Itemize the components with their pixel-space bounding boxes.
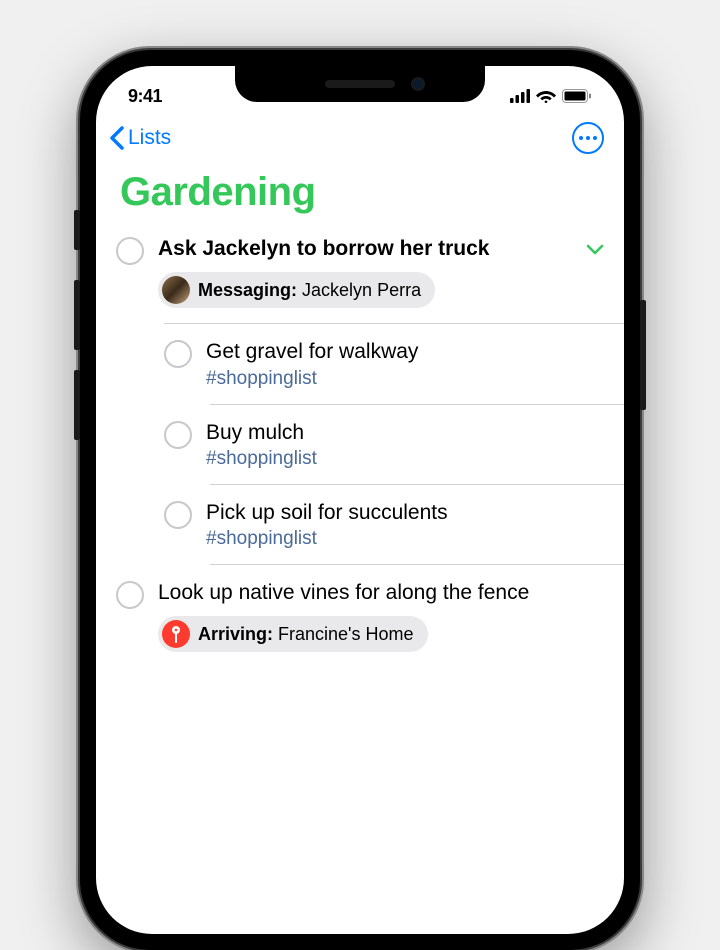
- contact-chip[interactable]: Messaging: Jackelyn Perra: [158, 272, 435, 308]
- pin-icon: [162, 620, 190, 648]
- reminder-title: Get gravel for walkway: [206, 338, 604, 365]
- mute-switch: [74, 210, 80, 250]
- power-button: [640, 300, 646, 410]
- reminder-tag[interactable]: #shoppinglist: [206, 528, 604, 550]
- nav-bar: Lists: [96, 116, 624, 158]
- reminder-checkbox[interactable]: [164, 340, 192, 368]
- divider: [164, 323, 624, 324]
- chip-label: Messaging: Jackelyn Perra: [198, 280, 421, 301]
- notch: [235, 66, 485, 102]
- reminder-title: Buy mulch: [206, 419, 604, 446]
- sub-reminders: Get gravel for walkway #shoppinglist Buy…: [96, 338, 624, 565]
- cellular-icon: [510, 89, 530, 103]
- reminder-item[interactable]: Get gravel for walkway #shoppinglist: [96, 338, 624, 403]
- reminder-title: Ask Jackelyn to borrow her truck: [158, 235, 489, 262]
- more-button[interactable]: [572, 122, 604, 154]
- reminder-checkbox[interactable]: [116, 237, 144, 265]
- status-icons: [510, 89, 592, 103]
- reminder-item[interactable]: Buy mulch #shoppinglist: [96, 419, 624, 484]
- reminder-title: Look up native vines for along the fence: [158, 579, 604, 606]
- volume-down-button: [74, 370, 80, 440]
- ellipsis-icon: [579, 136, 597, 140]
- front-camera: [411, 77, 425, 91]
- reminder-checkbox[interactable]: [116, 581, 144, 609]
- reminder-item[interactable]: Look up native vines for along the fence…: [96, 579, 624, 666]
- volume-up-button: [74, 280, 80, 350]
- reminders-list: Ask Jackelyn to borrow her truck Messagi…: [96, 235, 624, 666]
- chevron-left-icon: [108, 125, 126, 151]
- reminder-item[interactable]: Ask Jackelyn to borrow her truck Messagi…: [96, 235, 624, 323]
- wifi-icon: [536, 89, 556, 103]
- speaker-grille: [325, 80, 395, 88]
- back-label: Lists: [128, 126, 171, 150]
- battery-icon: [562, 89, 592, 103]
- divider: [210, 484, 624, 485]
- reminder-item[interactable]: Pick up soil for succulents #shoppinglis…: [96, 499, 624, 564]
- page-title: Gardening: [96, 158, 624, 235]
- location-chip[interactable]: Arriving: Francine's Home: [158, 616, 428, 652]
- screen: 9:41 Lists Gardening: [96, 66, 624, 934]
- back-button[interactable]: Lists: [108, 125, 171, 151]
- divider: [210, 564, 624, 565]
- reminder-tag[interactable]: #shoppinglist: [206, 448, 604, 470]
- reminder-checkbox[interactable]: [164, 501, 192, 529]
- chip-label: Arriving: Francine's Home: [198, 624, 414, 645]
- chevron-down-icon[interactable]: [586, 243, 604, 255]
- phone-frame: 9:41 Lists Gardening: [80, 50, 640, 950]
- reminder-checkbox[interactable]: [164, 421, 192, 449]
- reminder-title: Pick up soil for succulents: [206, 499, 604, 526]
- status-time: 9:41: [128, 86, 162, 107]
- avatar: [162, 276, 190, 304]
- divider: [210, 404, 624, 405]
- reminder-tag[interactable]: #shoppinglist: [206, 368, 604, 390]
